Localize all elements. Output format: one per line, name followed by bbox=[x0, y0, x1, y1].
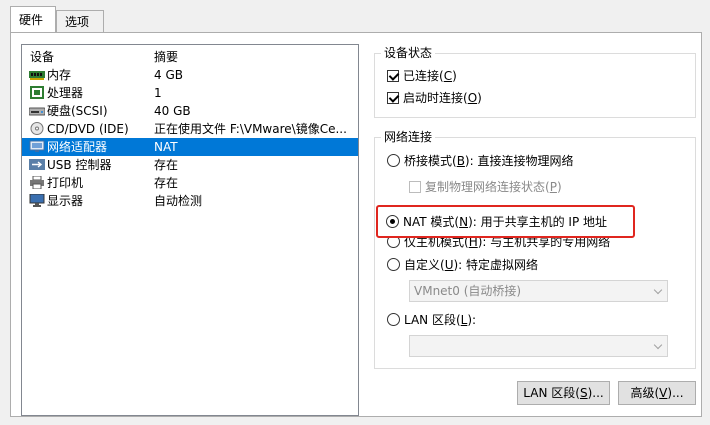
usb-controller-icon bbox=[29, 159, 45, 170]
radio-checked-icon[interactable] bbox=[386, 215, 399, 228]
column-header-summary[interactable]: 摘要 bbox=[154, 48, 178, 66]
printer-icon bbox=[30, 176, 44, 189]
device-row-printer[interactable]: 打印机 存在 bbox=[22, 174, 358, 192]
memory-icon bbox=[29, 71, 45, 80]
nat-mode-radio[interactable]: NAT 模式(N): 用于共享主机的 IP 地址 bbox=[386, 213, 607, 231]
lan-segment-radio[interactable]: LAN 区段(L): bbox=[387, 311, 476, 329]
device-summary: 4 GB bbox=[154, 68, 183, 82]
radio-unchecked-icon[interactable] bbox=[387, 313, 400, 326]
device-name: 网络适配器 bbox=[47, 140, 108, 154]
device-summary: 存在 bbox=[154, 158, 179, 172]
network-adapter-icon bbox=[29, 140, 45, 152]
replicate-state-checkbox[interactable]: 复制物理网络连接状态(P) bbox=[409, 178, 562, 196]
device-row-cd-dvd[interactable]: CD/DVD (IDE) 正在使用文件 F:\VMware\镜像Ce... bbox=[22, 120, 358, 138]
network-connection-group: 网络连接 桥接模式(B): 直接连接物理网络 复制物理网络连接状态(P) 仅主机… bbox=[374, 129, 696, 369]
device-row-display[interactable]: 显示器 自动检测 bbox=[22, 192, 358, 210]
tab-hardware[interactable]: 硬件 bbox=[10, 6, 56, 32]
nat-highlight-box: NAT 模式(N): 用于共享主机的 IP 地址 bbox=[376, 205, 635, 238]
device-name: 打印机 bbox=[47, 176, 84, 190]
checkbox-checked-icon[interactable] bbox=[387, 91, 399, 104]
device-status-title: 设备状态 bbox=[381, 45, 436, 61]
device-row-usb-controller[interactable]: USB 控制器 存在 bbox=[22, 156, 358, 174]
device-row-hard-disk[interactable]: 硬盘(SCSI) 40 GB bbox=[22, 102, 358, 120]
device-name: 硬盘(SCSI) bbox=[47, 104, 108, 118]
advanced-button[interactable]: 高级(V)... bbox=[618, 381, 696, 405]
device-list-header: 设备 摘要 bbox=[22, 48, 358, 66]
device-summary: 存在 bbox=[154, 176, 179, 190]
column-header-device[interactable]: 设备 bbox=[30, 48, 54, 66]
hard-disk-icon bbox=[29, 107, 45, 116]
display-icon bbox=[29, 194, 45, 207]
processor-icon bbox=[30, 86, 44, 99]
device-list[interactable]: 设备 摘要 内存 4 GB 处理器 1 硬盘(SCSI) 40 GB CD/DV… bbox=[21, 44, 359, 416]
device-row-memory[interactable]: 内存 4 GB bbox=[22, 66, 358, 84]
lan-segments-button[interactable]: LAN 区段(S)... bbox=[517, 381, 610, 405]
device-summary: 1 bbox=[154, 86, 162, 100]
custom-network-dropdown[interactable]: VMnet0 (自动桥接) bbox=[409, 280, 668, 302]
connect-on-start-checkbox[interactable]: 启动时连接(O) bbox=[387, 89, 482, 107]
chevron-down-icon bbox=[653, 340, 663, 350]
device-name: 内存 bbox=[47, 68, 72, 82]
checkbox-checked-icon[interactable] bbox=[387, 69, 399, 82]
checkbox-unchecked-icon[interactable] bbox=[409, 180, 421, 193]
device-name: 显示器 bbox=[47, 194, 84, 208]
device-summary: NAT bbox=[154, 140, 178, 154]
bridged-mode-radio[interactable]: 桥接模式(B): 直接连接物理网络 bbox=[387, 152, 573, 170]
tab-options[interactable]: 选项 bbox=[56, 10, 104, 32]
chevron-down-icon bbox=[653, 285, 663, 295]
network-connection-title: 网络连接 bbox=[381, 129, 436, 145]
device-name: USB 控制器 bbox=[47, 158, 112, 172]
cd-dvd-icon bbox=[30, 122, 44, 135]
device-summary: 自动检测 bbox=[154, 194, 203, 208]
lan-segment-dropdown[interactable] bbox=[409, 335, 668, 357]
device-name: 处理器 bbox=[47, 86, 84, 100]
connected-checkbox[interactable]: 已连接(C) bbox=[387, 67, 457, 85]
radio-unchecked-icon[interactable] bbox=[387, 258, 400, 271]
device-row-processor[interactable]: 处理器 1 bbox=[22, 84, 358, 102]
radio-unchecked-icon[interactable] bbox=[387, 154, 400, 167]
device-row-network-adapter[interactable]: 网络适配器 NAT bbox=[22, 138, 358, 156]
custom-network-dropdown-value: VMnet0 (自动桥接) bbox=[414, 284, 522, 298]
device-name: CD/DVD (IDE) bbox=[47, 122, 129, 136]
custom-network-radio[interactable]: 自定义(U): 特定虚拟网络 bbox=[387, 256, 538, 274]
device-summary: 40 GB bbox=[154, 104, 191, 118]
device-summary: 正在使用文件 F:\VMware\镜像Ce... bbox=[154, 122, 347, 136]
device-status-group: 设备状态 已连接(C) 启动时连接(O) bbox=[374, 45, 696, 118]
